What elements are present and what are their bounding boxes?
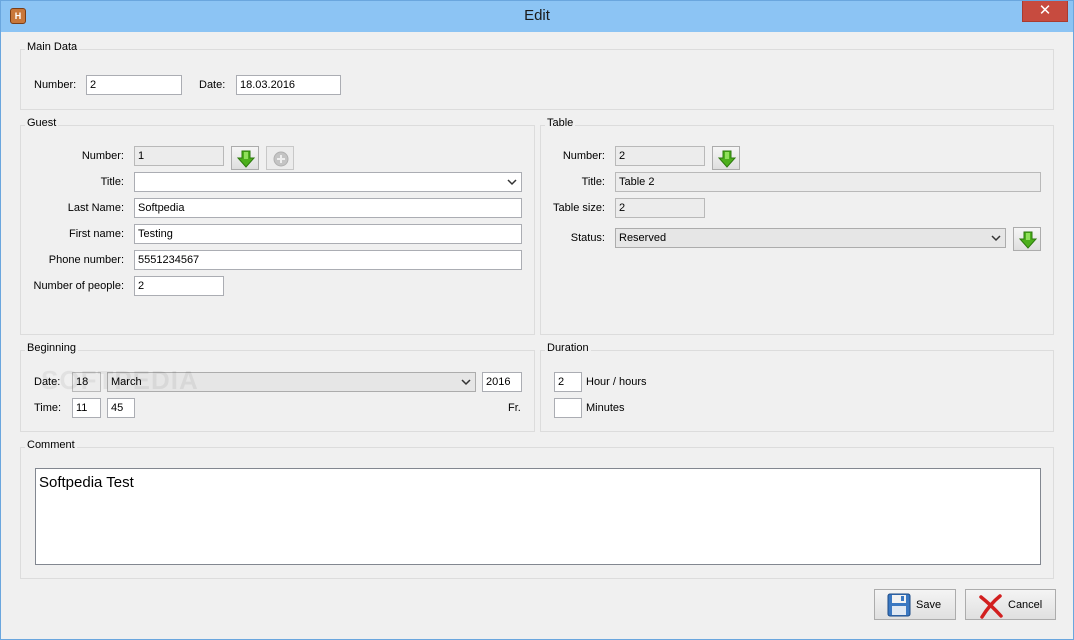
status-action-button[interactable] (1013, 227, 1041, 251)
beginning-month-value: March (111, 376, 142, 388)
table-title: Table (545, 117, 576, 129)
beginning-group: Beginning Date: 18 March 2016 Time: 11 4… (20, 342, 535, 432)
cancel-button-label: Cancel (1008, 599, 1043, 611)
comment-group: Comment Softpedia Test (20, 439, 1054, 579)
first-name-label: First name: (68, 228, 124, 240)
table-number-label: Number: (562, 150, 605, 162)
title-bar[interactable]: H Edit ✕ (1, 1, 1073, 32)
main-date-input[interactable]: 18.03.2016 (236, 75, 341, 95)
phone-label: Phone number: (48, 254, 124, 266)
duration-minutes-label: Minutes (586, 402, 625, 414)
green-arrow-down-icon (717, 150, 737, 168)
duration-title: Duration (545, 342, 591, 354)
beginning-weekday: Fr. (508, 402, 521, 414)
status-label: Status: (570, 232, 605, 244)
table-number-input[interactable]: 2 (615, 146, 705, 166)
duration-hours-input[interactable]: 2 (554, 372, 582, 392)
floppy-disk-icon (887, 593, 911, 617)
select-table-button[interactable] (712, 146, 740, 170)
guest-title: Guest (25, 117, 59, 129)
people-label: Number of people: (33, 280, 125, 292)
beginning-title: Beginning (25, 342, 78, 354)
main-data-title: Main Data (25, 41, 80, 53)
guest-number-input[interactable]: 1 (134, 146, 224, 166)
add-guest-button[interactable] (266, 146, 294, 170)
beginning-date-label: Date: (34, 376, 61, 388)
people-input[interactable]: 2 (134, 276, 224, 296)
beginning-hour-input[interactable]: 11 (72, 398, 101, 418)
main-number-input[interactable]: 2 (86, 75, 182, 95)
edit-window: H Edit ✕ Main Data Number: 2 Date: 18.03… (0, 0, 1074, 640)
table-group: Table Number: 2 Title: Table 2 Table siz… (540, 117, 1054, 335)
cancel-button[interactable]: Cancel (965, 589, 1056, 620)
guest-group: Guest Number: 1 Title: Last Name: Softpe… (20, 117, 535, 335)
comment-title: Comment (25, 439, 77, 451)
last-name-input[interactable]: Softpedia (134, 198, 522, 218)
beginning-year-input[interactable]: 2016 (482, 372, 522, 392)
close-icon: ✕ (1038, 2, 1052, 19)
comment-textarea[interactable]: Softpedia Test (35, 468, 1041, 565)
close-button[interactable]: ✕ (1022, 1, 1068, 22)
duration-hours-label: Hour / hours (586, 376, 647, 388)
guest-number-label: Number: (81, 150, 124, 162)
green-arrow-down-icon (236, 150, 256, 168)
window-title: Edit (524, 7, 550, 24)
table-title-input[interactable]: Table 2 (615, 172, 1041, 192)
save-button[interactable]: Save (874, 589, 956, 620)
main-data-group: Main Data Number: 2 Date: 18.03.2016 (20, 41, 1054, 110)
main-number-label: Number: (34, 79, 77, 91)
beginning-day-input[interactable]: 18 (72, 372, 101, 392)
chevron-down-icon (991, 232, 1001, 244)
table-size-label: Table size: (553, 202, 605, 214)
main-date-label: Date: (199, 79, 226, 91)
beginning-minute-input[interactable]: 45 (107, 398, 135, 418)
duration-minutes-input[interactable] (554, 398, 582, 418)
status-select[interactable]: Reserved (615, 228, 1006, 248)
add-circle-icon (273, 151, 289, 167)
table-title-label: Title: (581, 176, 605, 188)
guest-title-select[interactable] (134, 172, 522, 192)
beginning-time-label: Time: (34, 402, 62, 414)
green-arrow-down-icon (1018, 231, 1038, 249)
status-value: Reserved (619, 232, 667, 244)
chevron-down-icon (507, 176, 517, 188)
chevron-down-icon (461, 376, 471, 388)
select-guest-button[interactable] (231, 146, 259, 170)
table-size-input[interactable]: 2 (615, 198, 705, 218)
last-name-label: Last Name: (67, 202, 124, 214)
red-x-icon (979, 594, 1003, 619)
guest-title-label: Title: (100, 176, 124, 188)
phone-input[interactable]: 5551234567 (134, 250, 522, 270)
first-name-input[interactable]: Testing (134, 224, 522, 244)
beginning-month-select[interactable]: March (107, 372, 476, 392)
save-button-label: Save (916, 599, 942, 611)
duration-group: Duration 2 Hour / hours Minutes (540, 342, 1054, 432)
